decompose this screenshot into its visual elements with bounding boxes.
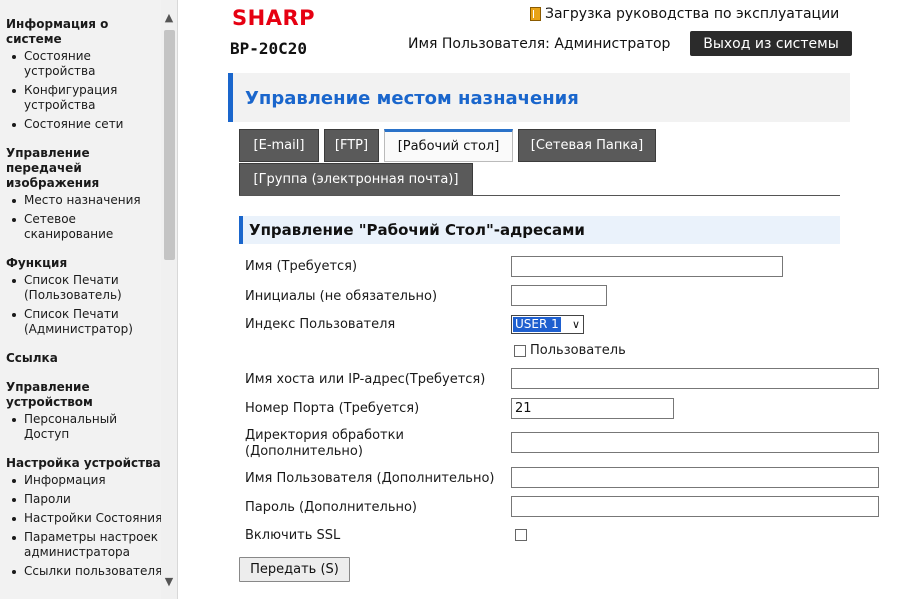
- device-model: BP-20C20: [230, 39, 308, 58]
- nav-group-link: Ссылка: [6, 351, 164, 366]
- section-header: Управление "Рабочий Стол"-адресами: [239, 216, 840, 244]
- nav-heading-device-management[interactable]: Управление устройством: [6, 380, 164, 410]
- nav-group-function: Функция Список Печати (Пользователь) Спи…: [6, 256, 164, 337]
- sidebar-item-admin-settings[interactable]: Параметры настроек администратора: [6, 530, 164, 560]
- current-user-label: Имя Пользователя: Администратор: [408, 36, 671, 52]
- sidebar-item-passwords[interactable]: Пароли: [6, 492, 164, 507]
- tab-ftp[interactable]: [FTP]: [324, 129, 379, 162]
- directory-label-line1: Директория обработки: [245, 428, 404, 443]
- nav-group-device-management: Управление устройством Персональный Дост…: [6, 380, 164, 442]
- section-title: Управление "Рабочий Стол"-адресами: [249, 221, 585, 239]
- nav-heading-system-info[interactable]: Информация о системе: [6, 17, 164, 47]
- manual-book-icon: [530, 7, 541, 21]
- tab-email-group[interactable]: [Группа (электронная почта)]: [239, 163, 473, 196]
- sidebar-item-device-status[interactable]: Состояние устройства: [6, 49, 164, 79]
- nav-heading-device-settings[interactable]: Настройка устройства: [6, 456, 164, 471]
- sidebar-nav: Информация о системе Состояние устройств…: [6, 17, 164, 593]
- nav-group-device-settings: Настройка устройства Информация Пароли Н…: [6, 456, 164, 579]
- sharp-logo: SHARP: [232, 6, 316, 30]
- submit-button[interactable]: Передать (S): [239, 557, 350, 582]
- manual-download-label: Загрузка руководства по эксплуатации: [545, 6, 840, 22]
- page-title: Управление местом назначения: [245, 88, 579, 109]
- directory-input[interactable]: [511, 432, 879, 453]
- scrollbar-thumb[interactable]: [164, 30, 175, 260]
- logout-button[interactable]: Выход из системы: [690, 31, 852, 56]
- scroll-down-arrow-icon[interactable]: ▼: [161, 572, 177, 590]
- password-input[interactable]: [511, 496, 879, 517]
- sidebar-item-personal-access[interactable]: Персональный Доступ: [6, 412, 164, 442]
- directory-label: Директория обработки (Дополнительно): [245, 428, 404, 460]
- nav-heading-link[interactable]: Ссылка: [6, 351, 164, 366]
- password-label: Пароль (Дополнительно): [245, 500, 418, 515]
- username-input[interactable]: [511, 467, 879, 488]
- sidebar-item-device-config[interactable]: Конфигурация устройства: [6, 83, 164, 113]
- sidebar-item-information[interactable]: Информация: [6, 473, 164, 488]
- host-label: Имя хоста или IP-адрес(Требуется): [245, 372, 486, 387]
- initials-input[interactable]: [511, 285, 607, 306]
- name-label: Имя (Требуется): [245, 259, 358, 274]
- host-input[interactable]: [511, 368, 879, 389]
- user-index-label: Индекс Пользователя: [245, 317, 396, 332]
- sidebar-item-user-links[interactable]: Ссылки пользователя: [6, 564, 164, 579]
- user-index-selected-value: USER 1: [513, 317, 561, 332]
- sidebar-item-print-list-user[interactable]: Список Печати (Пользователь): [6, 273, 164, 303]
- nav-heading-image-send[interactable]: Управление передачей изображения: [6, 146, 164, 191]
- nav-group-image-send: Управление передачей изображения Место н…: [6, 146, 164, 242]
- initials-label: Инициалы (не обязательно): [245, 289, 438, 304]
- port-input[interactable]: [511, 398, 674, 419]
- nav-heading-function[interactable]: Функция: [6, 256, 164, 271]
- tab-desktop[interactable]: [Рабочий стол]: [384, 129, 513, 162]
- sidebar-item-network-status[interactable]: Состояние сети: [6, 117, 164, 132]
- sidebar: Информация о системе Состояние устройств…: [0, 0, 178, 599]
- nav-group-system-info: Информация о системе Состояние устройств…: [6, 17, 164, 132]
- port-label: Номер Порта (Требуется): [245, 401, 420, 416]
- user-checkbox[interactable]: [514, 345, 526, 357]
- sidebar-item-destination[interactable]: Место назначения: [6, 193, 164, 208]
- sidebar-scrollbar[interactable]: ▲ ▼: [161, 0, 177, 599]
- ssl-label: Включить SSL: [245, 528, 341, 543]
- manual-download-link[interactable]: Загрузка руководства по эксплуатации: [530, 6, 839, 22]
- ssl-checkbox[interactable]: [515, 529, 527, 541]
- user-checkbox-label: Пользователь: [530, 343, 626, 358]
- chevron-down-icon: ∨: [571, 318, 580, 331]
- username-label: Имя Пользователя (Дополнительно): [245, 471, 495, 486]
- directory-label-line2: (Дополнительно): [245, 444, 363, 459]
- tab-network-folder[interactable]: [Сетевая Папка]: [518, 129, 656, 162]
- sidebar-item-network-scan[interactable]: Сетевое сканирование: [6, 212, 164, 242]
- tab-email[interactable]: [E-mail]: [239, 129, 319, 162]
- name-input[interactable]: [511, 256, 783, 277]
- scroll-up-arrow-icon[interactable]: ▲: [161, 8, 177, 26]
- tabs-divider: [239, 195, 840, 196]
- sidebar-item-print-list-admin[interactable]: Список Печати (Администратор): [6, 307, 164, 337]
- page-title-bar: Управление местом назначения: [228, 73, 850, 122]
- user-index-select[interactable]: USER 1 ∨: [511, 315, 584, 334]
- sidebar-item-status-settings[interactable]: Настройки Состояния: [6, 511, 164, 526]
